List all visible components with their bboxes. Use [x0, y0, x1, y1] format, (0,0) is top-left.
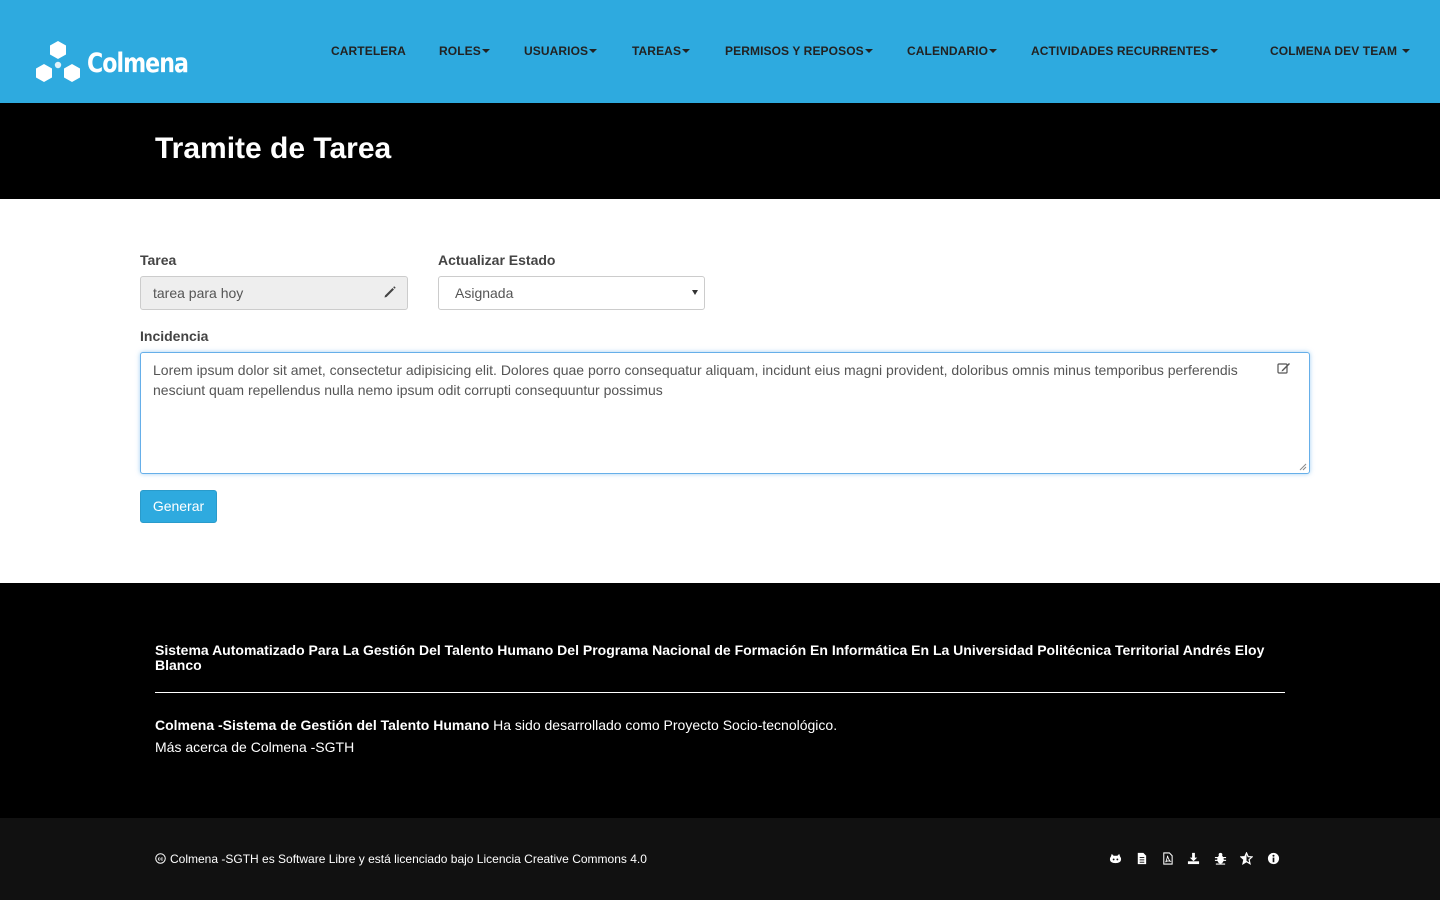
footer-system-desc: Ha sido desarrollado como Proyecto Socio… — [489, 717, 838, 733]
footer-system-name: Colmena -Sistema de Gestión del Talento … — [155, 717, 490, 733]
nav-tareas[interactable]: TAREAS — [632, 44, 691, 58]
tarea-label: Tarea — [140, 252, 177, 268]
more-about-link[interactable]: Más acerca de Colmena -SGTH — [155, 739, 354, 755]
tarea-value: tarea para hoy — [153, 285, 244, 301]
license-text: cc Colmena -SGTH es Software Libre y est… — [155, 852, 647, 866]
info-icon[interactable] — [1267, 852, 1280, 865]
resize-handle-icon[interactable] — [1299, 463, 1307, 471]
pdf-icon[interactable] — [1161, 852, 1174, 865]
caret-down-icon — [989, 48, 997, 53]
document-icon[interactable] — [1135, 852, 1148, 865]
nav-usuarios[interactable]: USUARIOS — [524, 44, 598, 58]
footer-heading: Sistema Automatizado Para La Gestión Del… — [155, 642, 1265, 673]
download-icon[interactable] — [1187, 852, 1200, 865]
estado-value: Asignada — [455, 285, 514, 301]
pencil-icon — [384, 286, 396, 298]
estado-select[interactable]: Asignada — [438, 276, 705, 310]
generar-button[interactable]: Generar — [140, 490, 217, 523]
footer-description: Colmena -Sistema de Gestión del Talento … — [155, 717, 837, 733]
caret-down-icon — [1210, 48, 1219, 53]
caret-down-icon — [864, 48, 873, 53]
caret-down-icon — [481, 48, 490, 53]
caret-down-icon — [589, 48, 598, 53]
user-menu[interactable]: COLMENA DEV TEAM — [1270, 44, 1410, 58]
hexagon-logo-icon — [36, 41, 80, 82]
page-title: Tramite de Tarea — [155, 132, 392, 165]
nav-actividades-recurrentes[interactable]: ACTIVIDADES RECURRENTES — [1031, 44, 1219, 58]
svg-text:cc: cc — [158, 857, 164, 863]
incidencia-textarea[interactable]: Lorem ipsum dolor sit amet, consectetur … — [140, 352, 1310, 474]
star-icon[interactable] — [1240, 852, 1253, 865]
brand-name: Colmena — [87, 47, 189, 79]
footer-divider — [155, 692, 1285, 693]
nav-calendario[interactable]: CALENDARIO — [907, 44, 997, 58]
estado-label: Actualizar Estado — [438, 252, 556, 268]
bug-icon[interactable] — [1214, 852, 1227, 865]
nav-permisos-reposos[interactable]: PERMISOS Y REPOSOS — [725, 44, 873, 58]
nav-cartelera[interactable]: CARTELERA — [331, 44, 406, 58]
footer — [0, 583, 1440, 818]
incidencia-value: Lorem ipsum dolor sit amet, consectetur … — [153, 362, 1238, 398]
github-icon[interactable] — [1109, 852, 1122, 865]
creative-commons-icon: cc — [155, 853, 166, 864]
caret-down-icon — [682, 48, 691, 53]
caret-down-icon — [1401, 48, 1410, 53]
top-navbar: Colmena CARTELERA ROLES USUARIOS TAREAS … — [0, 0, 1440, 103]
tarea-field[interactable]: tarea para hoy — [140, 276, 408, 310]
edit-icon — [1277, 363, 1290, 374]
nav-roles[interactable]: ROLES — [439, 44, 490, 58]
select-arrow-icon — [692, 290, 698, 295]
incidencia-label: Incidencia — [140, 328, 209, 344]
brand-logo[interactable]: Colmena — [35, 41, 210, 87]
